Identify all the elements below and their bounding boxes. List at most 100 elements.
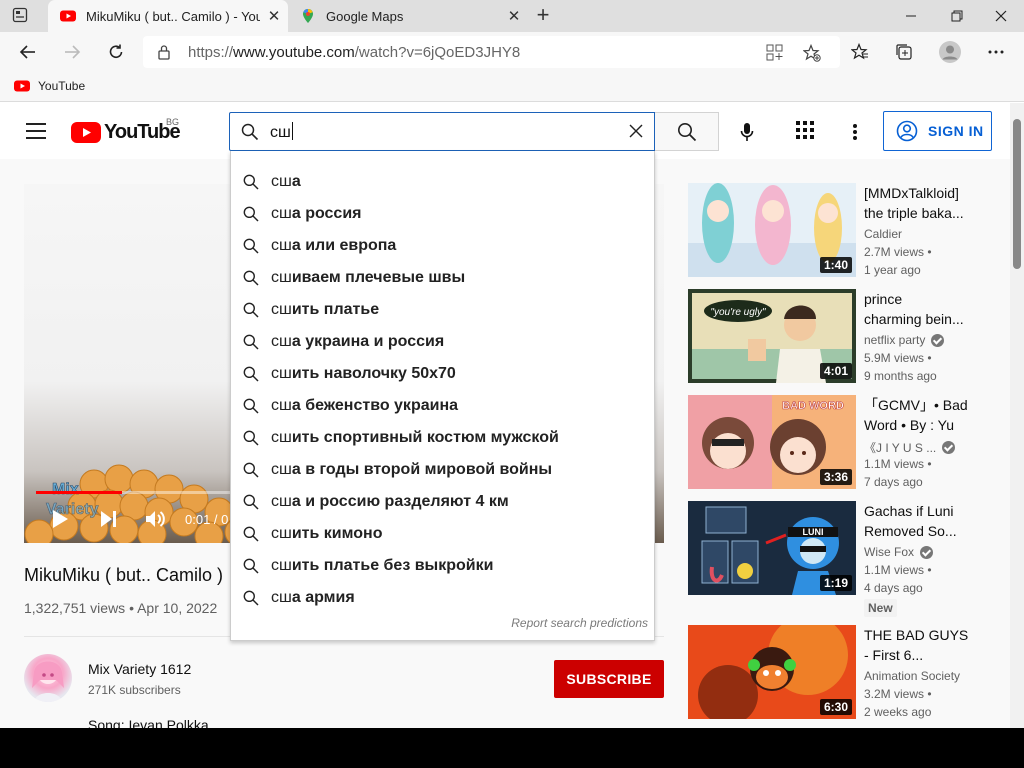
recommended-title[interactable]: THE BAD GUYS - First 6... [864,625,970,665]
screen: MikuMiku ( but.. Camilo ) - YouT ✕ Googl… [0,0,1024,728]
search-suggestion[interactable]: сшить платье без выкройки [231,550,656,582]
recommended-views: 5.9M views • [864,351,932,365]
recommended-channel[interactable]: 《J I Y U S ... [864,439,956,456]
search-button[interactable] [655,112,719,151]
recommended-video[interactable]: "you're ugly" 4:01 prince charming bein..… [688,289,998,389]
close-tab-icon[interactable]: ✕ [260,7,288,25]
report-search-predictions-link[interactable]: Report search predictions [511,616,648,630]
tab-actions-icon[interactable] [12,7,32,25]
collections-icon[interactable] [890,38,918,66]
forward-button[interactable] [58,38,86,66]
recommended-video[interactable]: LUNI 1:19 Gachas if Luni Removed So... Wi… [688,501,998,601]
recommended-channel[interactable]: Caldier [864,227,902,241]
verified-icon [920,545,934,559]
recommended-title[interactable]: [MMDxTalkloid] the triple baka... [864,183,970,223]
video-thumbnail[interactable]: 1:40 [688,183,856,277]
bookmark-youtube[interactable]: YouTube [14,78,85,94]
search-suggestion-text: сша россия [271,205,362,222]
recommended-title[interactable]: Gachas if Luni Removed So... [864,501,970,541]
address-bar[interactable]: https://www.youtube.com/watch?v=6jQoED3J… [143,36,840,68]
search-suggestion[interactable]: сша [231,166,656,198]
recommended-views: 1.1M views • [864,457,932,471]
minimize-button[interactable] [888,0,934,32]
search-suggestion[interactable]: сша армия [231,582,656,614]
search-input[interactable]: сш [229,112,655,151]
menu-icon[interactable] [26,123,46,139]
search-suggestion[interactable]: сша беженство украина [231,390,656,422]
refresh-button[interactable] [102,38,130,66]
recommended-title[interactable]: prince charming bein... [864,289,970,329]
sign-in-label: SIGN IN [928,123,984,139]
search-icon [243,590,259,606]
recommended-title[interactable]: 「GCMV」• Bad Word • By : Yu [864,395,970,435]
youtube-logo[interactable]: YouTube BG [71,117,181,144]
video-progress-played [36,491,123,494]
search-suggestion[interactable]: сша и россию разделяют 4 км [231,486,656,518]
scrollbar-thumb[interactable] [1013,119,1021,269]
profile-icon[interactable] [936,38,964,66]
youtube-page: YouTube BG сш SIGN IN Mix Variety 0:01 /… [0,103,1024,728]
clear-search-icon[interactable] [628,123,644,139]
settings-icon[interactable] [843,120,867,144]
add-favorite-icon[interactable] [803,44,821,62]
lock-icon[interactable] [157,44,171,60]
youtube-apps-icon[interactable] [795,120,819,144]
recommended-video[interactable]: 1:40 [MMDxTalkloid] the triple baka... Ca… [688,183,998,283]
next-icon[interactable] [98,509,118,529]
svg-text:BAD WORD: BAD WORD [782,400,844,412]
search-suggestion[interactable]: сшить наволочку 50х70 [231,358,656,390]
subscribe-button[interactable]: SUBSCRIBE [554,660,664,698]
search-suggestion[interactable]: сша украина и россия [231,326,656,358]
settings-more-icon[interactable] [982,38,1010,66]
play-icon[interactable] [50,509,70,529]
search-suggestion[interactable]: сшить платье [231,294,656,326]
search-suggestion[interactable]: сшиваем плечевые швы [231,262,656,294]
recommended-video[interactable]: BAD WORD 3:36 「GCMV」• Bad Word • By : Yu … [688,395,998,495]
restore-button[interactable] [934,0,980,32]
search-icon [243,174,259,190]
region-code: BG [166,117,180,127]
search-suggestion[interactable]: сша в годы второй мировой войны [231,454,656,486]
recommended-channel[interactable]: Wise Fox [864,545,934,559]
recommended-channel[interactable]: Animation Society [864,669,960,683]
recommended-age: 2 weeks ago [864,705,932,719]
url-text: https://www.youtube.com/watch?v=6jQoED3J… [188,44,521,61]
search-suggestions-dropdown: Report search predictions сша сша россия с… [230,151,655,641]
recommended-channel[interactable]: netflix party [864,333,945,347]
search-suggestion-text: сшить кимоно [271,525,383,542]
tab-youtube[interactable]: MikuMiku ( but.. Camilo ) - YouT ✕ [48,0,288,32]
sign-in-button[interactable]: SIGN IN [883,111,992,151]
video-thumbnail[interactable]: "you're ugly" 4:01 [688,289,856,383]
svg-text:LUNI: LUNI [803,527,824,537]
volume-icon[interactable] [144,509,166,529]
search-suggestion[interactable]: сшить кимоно [231,518,656,550]
channel-avatar[interactable] [24,654,72,702]
apps-available-icon[interactable] [766,44,783,61]
search-suggestion-text: сшить спортивный костюм мужской [271,429,559,446]
video-duration: 1:40 [819,257,852,273]
recommended-age: 9 months ago [864,369,937,383]
channel-name[interactable]: Mix Variety 1612 [88,661,191,677]
search-icon [243,206,259,222]
page-scrollbar[interactable] [1010,103,1024,728]
video-thumbnail[interactable]: BAD WORD 3:36 [688,395,856,489]
search-suggestion[interactable]: сша россия [231,198,656,230]
youtube-favicon-icon [14,80,30,92]
voice-search-button[interactable] [730,115,764,149]
new-tab-button[interactable]: + [530,3,556,29]
search-suggestion[interactable]: сшить спортивный костюм мужской [231,422,656,454]
video-thumbnail[interactable]: LUNI 1:19 [688,501,856,595]
close-window-button[interactable] [978,0,1024,32]
back-button[interactable] [14,38,42,66]
tab-google-maps[interactable]: Google Maps ✕ [288,0,528,32]
video-duration: 4:01 [819,363,852,379]
browser-toolbar: https://www.youtube.com/watch?v=6jQoED3J… [0,32,1024,72]
recommended-video[interactable]: 6:30 THE BAD GUYS - First 6... Animation … [688,625,998,725]
search-icon [677,122,696,141]
close-tab-icon[interactable]: ✕ [500,7,528,25]
search-suggestion[interactable]: сша или европа [231,230,656,262]
svg-text:"you're ugly": "you're ugly" [710,307,766,318]
video-thumbnail[interactable]: 6:30 [688,625,856,719]
favorites-icon[interactable] [846,38,874,66]
favorites-bar: YouTube [0,72,1024,102]
